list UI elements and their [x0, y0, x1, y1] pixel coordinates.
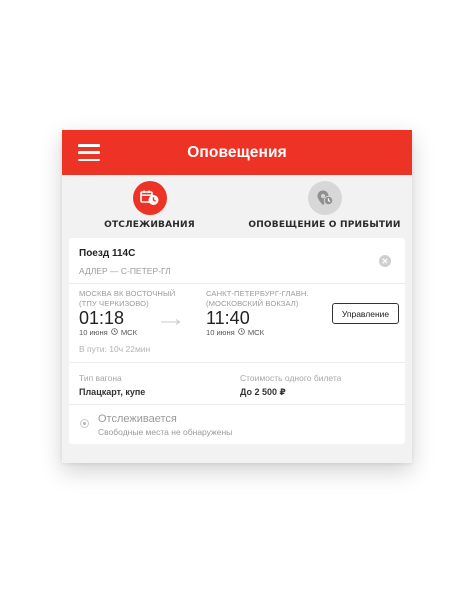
departure-date: 10 июня [79, 328, 108, 337]
app-window: Оповещения ОТСЛЕЖИВАНИЯ ОПОВЕЩЕНИЕ О ПРИ… [62, 130, 412, 463]
arrival-date-row: 10 июня МСК [206, 328, 264, 337]
app-bar: Оповещения [62, 130, 412, 175]
departure-timezone: МСК [120, 328, 138, 337]
tab-tracking[interactable]: ОТСЛЕЖИВАНИЯ [62, 175, 237, 238]
page-title: Оповещения [187, 143, 287, 161]
departure-station: МОСКВА ВК ВОСТОЧНЫЙ (ТПУ ЧЕРКИЗОВО) [79, 289, 175, 309]
travel-duration: В пути: 10ч 22мин [79, 344, 151, 354]
close-icon[interactable] [379, 255, 391, 267]
train-number: Поезд 114С [79, 248, 136, 259]
price-value: До 2 500 ₽ [240, 387, 286, 397]
status-title: Отслеживается [98, 413, 177, 425]
car-type-value: Плацкарт, купе [79, 387, 146, 397]
tab-tracking-label: ОТСЛЕЖИВАНИЯ [104, 220, 195, 230]
tab-arrival-alert[interactable]: ОПОВЕЩЕНИЕ О ПРИБЫТИИ [237, 175, 412, 238]
arrival-timezone: МСК [247, 328, 265, 337]
menu-icon[interactable] [78, 144, 100, 161]
arrival-station: САНКТ-ПЕТЕРБУРГ-ГЛАВН. (МОСКОВСКИЙ ВОКЗА… [206, 289, 309, 309]
departure-station-line1: МОСКВА ВК ВОСТОЧНЫЙ [79, 289, 176, 298]
divider [69, 404, 405, 405]
departure-time: 01:18 [79, 308, 125, 328]
tab-bar: ОТСЛЕЖИВАНИЯ ОПОВЕЩЕНИЕ О ПРИБЫТИИ [62, 175, 412, 238]
tracking-card: Поезд 114С АДЛЕР — С-ПЕТЕР-ГЛ МОСКВА ВК … [69, 238, 405, 444]
arrow-right-icon [161, 313, 181, 331]
manage-button[interactable]: Управление [332, 303, 399, 324]
clock-icon [111, 328, 118, 337]
calendar-clock-icon [132, 181, 167, 215]
location-clock-icon [307, 181, 342, 215]
car-type-label: Тип вагона [79, 373, 122, 383]
status-radio-icon [80, 419, 89, 428]
tab-arrival-alert-label: ОПОВЕЩЕНИЕ О ПРИБЫТИИ [248, 220, 401, 230]
arrival-time: 11:40 [206, 308, 250, 328]
clock-icon [238, 328, 245, 337]
price-label: Стоимость одного билета [240, 373, 342, 383]
status-subtitle: Свободные места не обнаружены [98, 427, 233, 437]
train-route: АДЛЕР — С-ПЕТЕР-ГЛ [79, 266, 171, 276]
arrival-date: 10 июня [206, 328, 235, 337]
divider [69, 283, 405, 284]
departure-date-row: 10 июня МСК [79, 328, 137, 337]
divider [69, 362, 405, 363]
arrival-station-line1: САНКТ-ПЕТЕРБУРГ-ГЛАВН. [206, 289, 309, 298]
